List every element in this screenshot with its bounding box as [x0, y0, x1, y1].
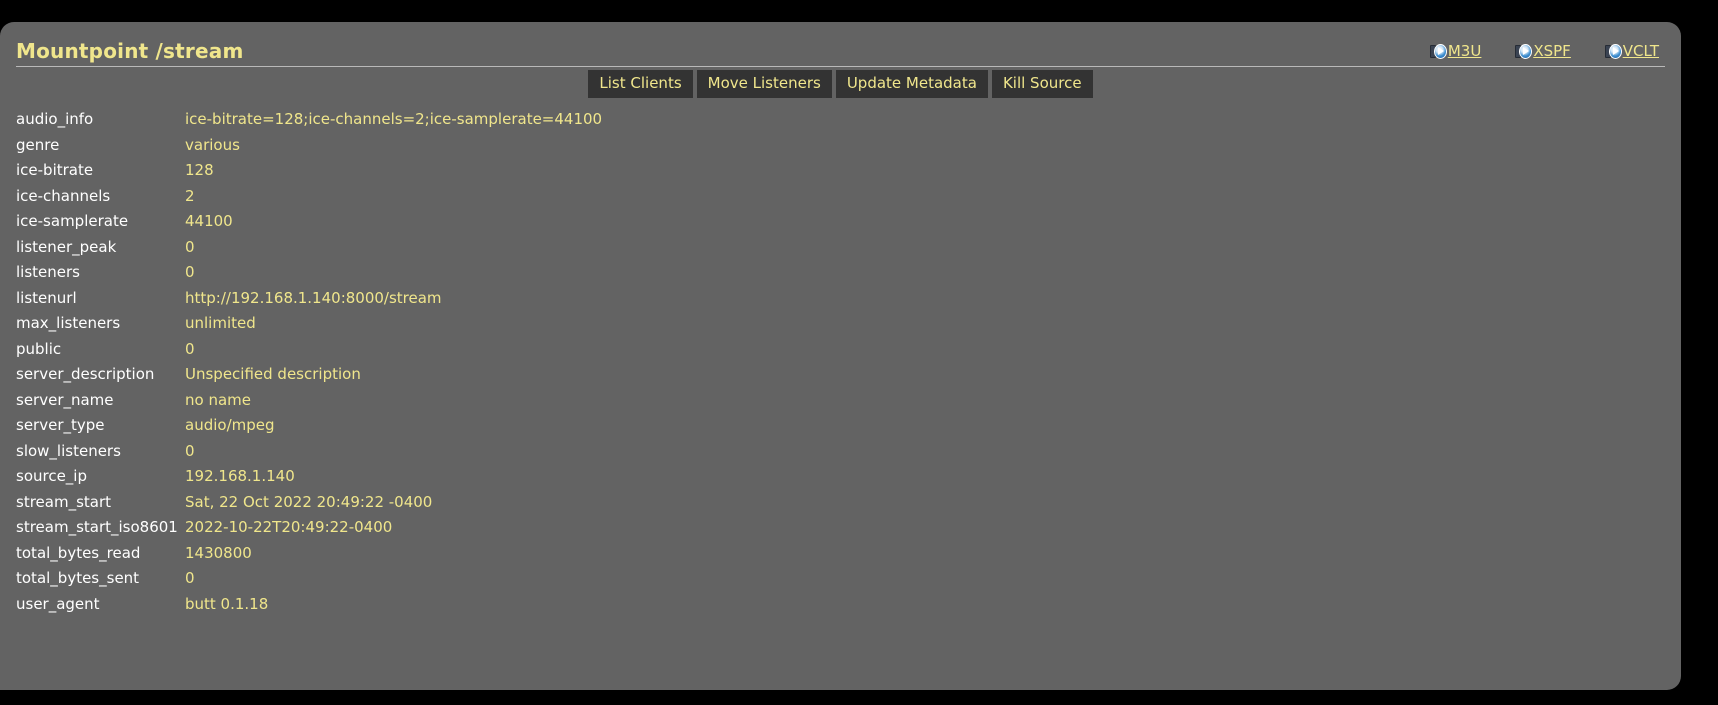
playlist-link-vclt[interactable]: VCLT — [1604, 42, 1659, 60]
update-metadata-button[interactable]: Update Metadata — [835, 70, 988, 98]
stat-key-ice-bitrate: ice-bitrate — [16, 161, 94, 179]
stat-value-genre: various — [185, 135, 240, 154]
stat-value-ice-samplerate: 44100 — [185, 212, 233, 230]
header-divider — [16, 66, 1665, 67]
stat-key-source_ip: source_ip — [16, 467, 88, 485]
stat-value-audio_info: ice-bitrate=128;ice-channels=2;ice-sampl… — [185, 110, 603, 128]
stat-key-ice-samplerate: ice-samplerate — [16, 212, 129, 230]
stat-value-source_ip: 192.168.1.140 — [185, 467, 295, 485]
stat-value-stream_start: Sat, 22 Oct 2022 20:49:22 -0400 — [185, 492, 433, 511]
stat-value-server_name: no name — [185, 390, 251, 409]
stat-key-listeners: listeners — [16, 263, 80, 281]
stat-value-listeners: 0 — [185, 263, 195, 281]
stat-key-audio_info: audio_info — [16, 110, 94, 128]
stat-value-listenurl: http://192.168.1.140:8000/stream — [185, 288, 442, 307]
playlist-link-label: VCLT — [1622, 42, 1659, 60]
mountpoint-panel: Mountpoint /stream M3U XSPF VCLT List Clie… — [0, 22, 1681, 690]
stat-value-total_bytes_read: 1430800 — [185, 543, 252, 562]
stat-row: ice-bitrate 128 — [0, 161, 1681, 187]
stat-row: audio_info ice-bitrate=128;ice-channels=2… — [0, 110, 1681, 136]
stat-row: listeners 0 — [0, 263, 1681, 289]
move-listeners-button[interactable]: Move Listeners — [696, 70, 832, 98]
stat-row: server_type audio/mpeg — [0, 416, 1681, 442]
stat-key-listener_peak: listener_peak — [16, 237, 117, 256]
stat-row: total_bytes_read 1430800 — [0, 544, 1681, 570]
stat-key-server_name: server_name — [16, 390, 114, 409]
list-clients-button[interactable]: List Clients — [588, 70, 693, 98]
stat-value-ice-bitrate: 128 — [185, 161, 214, 179]
playlist-link-m3u[interactable]: M3U — [1429, 42, 1482, 60]
stat-key-server_description: server_description — [16, 365, 155, 383]
stat-row: listener_peak 0 — [0, 238, 1681, 264]
stat-key-max_listeners: max_listeners — [16, 314, 121, 332]
stat-key-total_bytes_read: total_bytes_read — [16, 543, 141, 562]
stat-row: public 0 — [0, 340, 1681, 366]
stat-row: stream_start Sat, 22 Oct 2022 20:49:22 -0… — [0, 493, 1681, 519]
stat-value-slow_listeners: 0 — [185, 441, 195, 460]
stat-key-total_bytes_sent: total_bytes_sent — [16, 569, 140, 587]
stat-key-listenurl: listenurl — [16, 288, 77, 307]
stat-row: server_description Unspecified descriptio… — [0, 365, 1681, 391]
stat-value-server_description: Unspecified description — [185, 365, 361, 383]
stat-row: max_listeners unlimited — [0, 314, 1681, 340]
stat-row: stream_start_iso8601 2022-10-22T20:49:22-… — [0, 518, 1681, 544]
playlist-links: M3U XSPF VCLT — [1429, 42, 1659, 60]
stat-key-server_type: server_type — [16, 416, 105, 434]
stat-key-stream_start_iso8601: stream_start_iso8601 — [16, 518, 178, 536]
stat-row: listenurl http://192.168.1.140:8000/strea… — [0, 289, 1681, 315]
stat-value-server_type: audio/mpeg — [185, 416, 275, 434]
action-button-bar: List Clients Move Listeners Update Metadat… — [0, 70, 1681, 98]
stat-row: user_agent butt 0.1.18 — [0, 595, 1681, 621]
stat-key-public: public — [16, 339, 62, 358]
stat-row: slow_listeners 0 — [0, 442, 1681, 468]
stat-key-user_agent: user_agent — [16, 594, 100, 613]
page-root: Mountpoint /stream M3U XSPF VCLT List Clie… — [0, 0, 1718, 705]
playlist-link-label: M3U — [1447, 42, 1482, 60]
playlist-link-xspf[interactable]: XSPF — [1515, 42, 1571, 60]
kill-source-button[interactable]: Kill Source — [991, 70, 1093, 98]
stat-key-slow_listeners: slow_listeners — [16, 441, 121, 460]
page-title: Mountpoint /stream — [16, 39, 244, 63]
mountpoint-stats-list: audio_info ice-bitrate=128;ice-channels=2… — [0, 110, 1681, 620]
stat-row: source_ip 192.168.1.140 — [0, 467, 1681, 493]
stat-row: ice-channels 2 — [0, 187, 1681, 213]
stat-value-total_bytes_sent: 0 — [185, 569, 195, 587]
media-play-icon — [1604, 43, 1622, 59]
media-play-icon — [1429, 43, 1447, 59]
media-play-icon — [1515, 43, 1533, 59]
stat-row: total_bytes_sent 0 — [0, 569, 1681, 595]
panel-header: Mountpoint /stream M3U XSPF VCLT — [0, 22, 1681, 66]
playlist-link-label: XSPF — [1533, 42, 1571, 60]
stat-value-max_listeners: unlimited — [185, 314, 256, 332]
stat-value-ice-channels: 2 — [185, 186, 195, 205]
stat-value-public: 0 — [185, 339, 195, 358]
stat-value-stream_start_iso8601: 2022-10-22T20:49:22-0400 — [185, 518, 393, 536]
stat-key-stream_start: stream_start — [16, 492, 112, 511]
stat-key-ice-channels: ice-channels — [16, 186, 111, 205]
stat-value-user_agent: butt 0.1.18 — [185, 594, 269, 613]
stat-value-listener_peak: 0 — [185, 237, 195, 256]
stat-row: genre various — [0, 136, 1681, 162]
stat-key-genre: genre — [16, 135, 60, 154]
stat-row: ice-samplerate 44100 — [0, 212, 1681, 238]
stat-row: server_name no name — [0, 391, 1681, 417]
